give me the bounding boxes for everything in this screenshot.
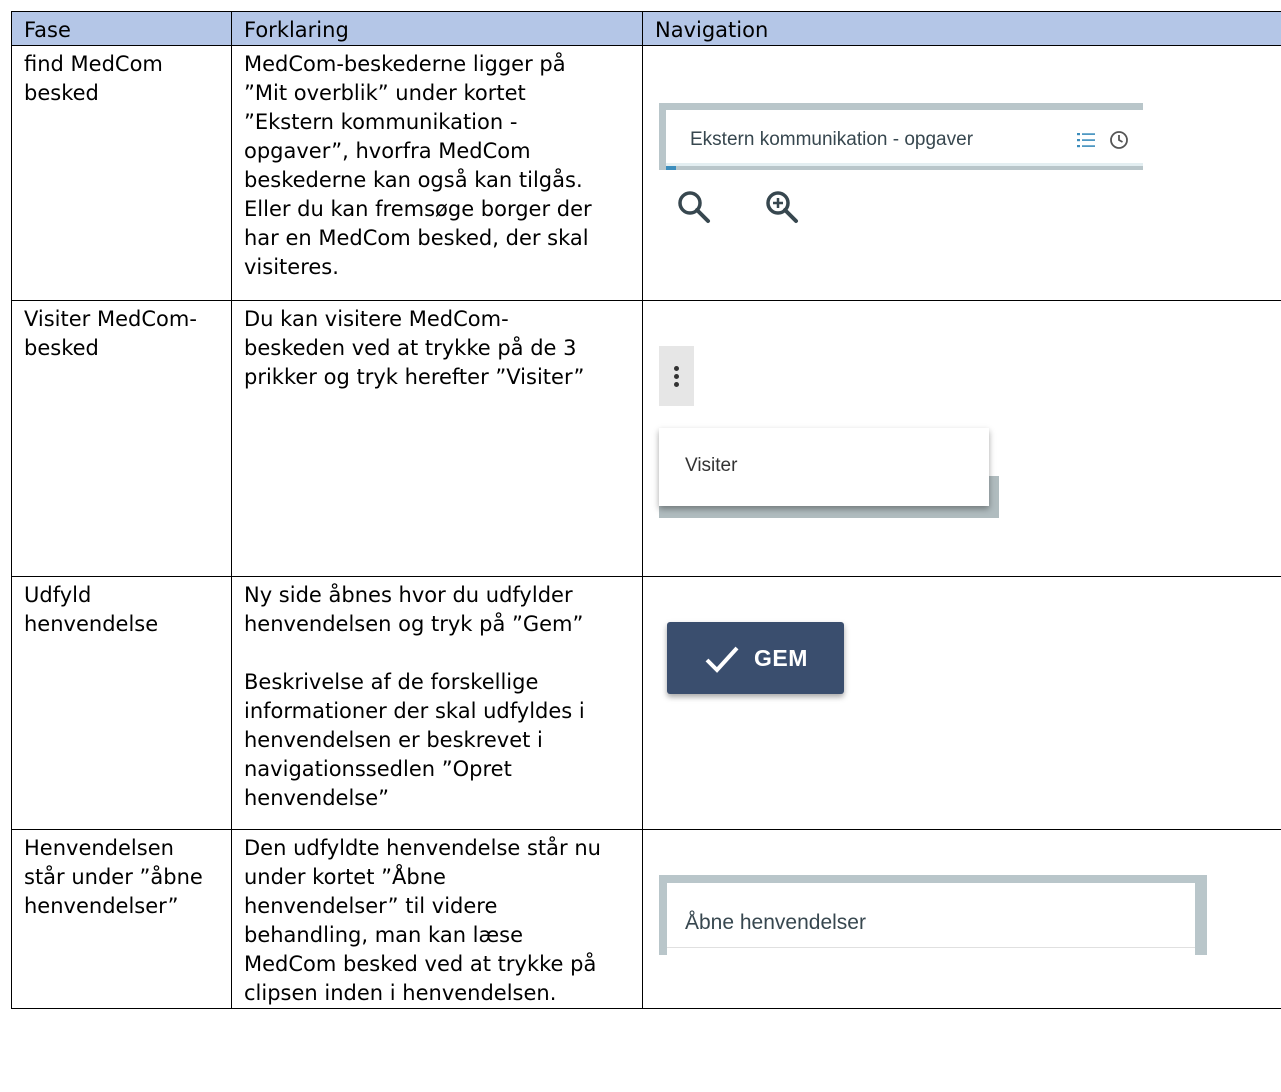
header-fase: Fase bbox=[11, 11, 232, 46]
table-header-row: Fase Forklaring Navigation bbox=[11, 11, 1281, 46]
card-accent bbox=[666, 166, 676, 170]
zoom-in-icon[interactable] bbox=[763, 188, 803, 228]
forklaring-text: Du kan visitere MedCom- beskeden ved at … bbox=[244, 307, 585, 389]
gem-button[interactable]: GEM bbox=[667, 622, 844, 694]
fase-cell: Henvendelsen står under ”åbne henvendels… bbox=[11, 829, 232, 1009]
fase-cell: Visiter MedCom- besked bbox=[11, 300, 232, 577]
ekstern-kommunikation-card[interactable]: Ekstern kommunikation - opgaver bbox=[659, 103, 1143, 170]
navigation-cell: GEM bbox=[642, 576, 1281, 830]
abne-henvendelser-card[interactable]: Åbne henvendelser bbox=[659, 875, 1207, 955]
search-icon[interactable] bbox=[675, 188, 715, 228]
fase-text: Udfyld henvendelse bbox=[24, 583, 159, 636]
header-forklaring: Forklaring bbox=[231, 11, 643, 46]
forklaring-text: MedCom-beskederne ligger på ”Mit overbli… bbox=[244, 52, 592, 279]
forklaring-text-p1: Ny side åbnes hvor du udfylder henvendel… bbox=[244, 583, 584, 636]
context-menu: Visiter bbox=[659, 428, 999, 518]
menu-item-label: Visiter bbox=[685, 455, 738, 476]
forklaring-cell: Du kan visitere MedCom- beskeden ved at … bbox=[231, 300, 643, 577]
table-row: find MedCom besked MedCom-beskederne lig… bbox=[11, 45, 1281, 301]
table-row: Henvendelsen står under ”åbne henvendels… bbox=[11, 829, 1281, 1009]
navigation-cell: Åbne henvendelser bbox=[642, 829, 1281, 1009]
forklaring-text: Den udfyldte henvendelse står nu under k… bbox=[244, 836, 601, 1005]
kebab-menu-icon[interactable] bbox=[659, 346, 694, 406]
forklaring-cell: Den udfyldte henvendelse står nu under k… bbox=[231, 829, 643, 1009]
navigation-cell: Ekstern kommunikation - opgaver bbox=[642, 45, 1281, 301]
table-row: Udfyld henvendelse Ny side åbnes hvor du… bbox=[11, 576, 1281, 830]
forklaring-cell: Ny side åbnes hvor du udfylder henvendel… bbox=[231, 576, 643, 830]
fase-text: Visiter MedCom- besked bbox=[24, 307, 197, 360]
gem-button-label: GEM bbox=[754, 645, 808, 671]
fase-cell: find MedCom besked bbox=[11, 45, 232, 301]
fase-text: Henvendelsen står under ”åbne henvendels… bbox=[24, 836, 203, 918]
card-title: Åbne henvendelser bbox=[685, 911, 866, 934]
card-title: Ekstern kommunikation - opgaver bbox=[690, 129, 974, 150]
forklaring-text-p2: Beskrivelse af de forskellige informatio… bbox=[244, 670, 585, 810]
header-navigation: Navigation bbox=[642, 11, 1281, 46]
navigation-cell: Visiter bbox=[642, 300, 1281, 577]
fase-cell: Udfyld henvendelse bbox=[11, 576, 232, 830]
checkmark-icon bbox=[705, 646, 739, 673]
divider bbox=[667, 947, 1195, 948]
table-row: Visiter MedCom- besked Du kan visitere M… bbox=[11, 300, 1281, 577]
forklaring-cell: MedCom-beskederne ligger på ”Mit overbli… bbox=[231, 45, 643, 301]
instruction-table: Fase Forklaring Navigation find MedCom b… bbox=[11, 11, 1281, 1009]
fase-text: find MedCom besked bbox=[24, 52, 163, 105]
clock-icon[interactable] bbox=[1109, 130, 1129, 150]
list-icon[interactable] bbox=[1077, 131, 1095, 149]
menu-item-visiter[interactable]: Visiter bbox=[659, 428, 989, 506]
